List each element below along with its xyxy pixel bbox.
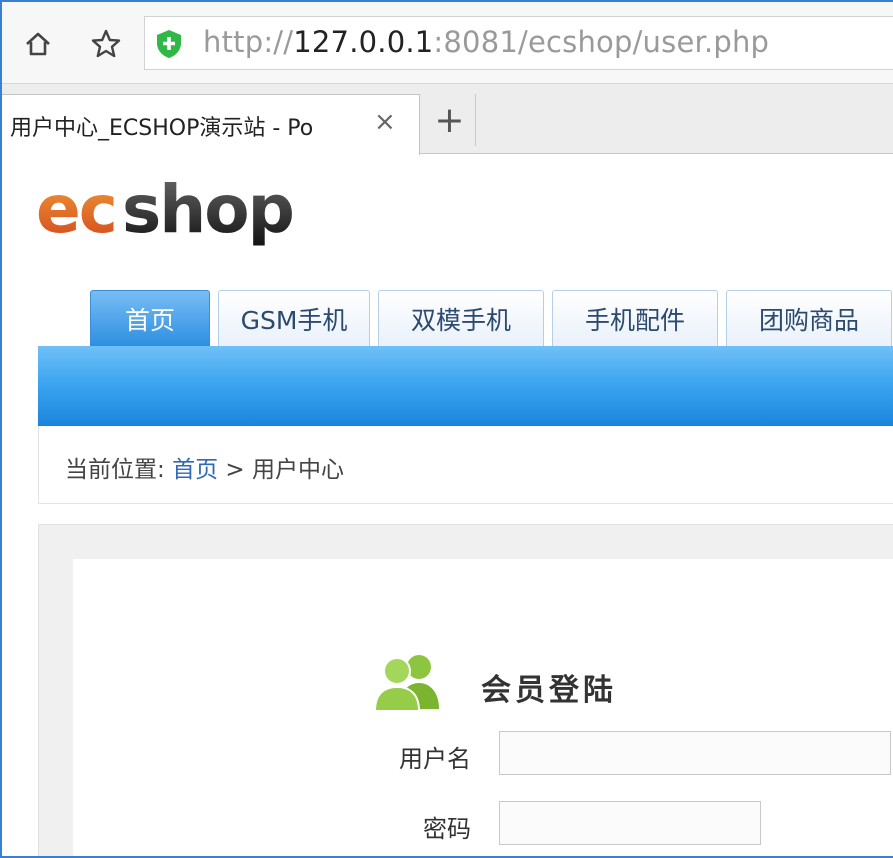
username-label: 用户名 [399, 745, 471, 773]
url-text: http://127.0.0.1:8081/ecshop/user.php [203, 25, 769, 59]
url-path: :8081/ecshop/user.php [433, 25, 770, 59]
star-icon [91, 29, 121, 58]
password-input[interactable] [499, 801, 761, 845]
plus-icon[interactable]: + [424, 94, 476, 146]
password-label: 密码 [423, 815, 471, 843]
url-scheme: http:// [203, 25, 294, 59]
breadcrumb-prefix: 当前位置: [65, 457, 165, 483]
svg-text:ec: ec [36, 171, 116, 248]
ecshop-logo: ec shop [36, 171, 295, 248]
home-button[interactable] [16, 22, 60, 66]
breadcrumb-separator: > [225, 457, 245, 483]
member-icon [373, 655, 439, 712]
username-input[interactable] [499, 731, 891, 775]
tab-title: 用户中心_ECSHOP演示站 - Po [10, 116, 314, 141]
login-title: 会员登陆 [481, 673, 617, 708]
bookmark-button[interactable] [84, 22, 128, 66]
address-bar: http://127.0.0.1:8081/ecshop/user.php [2, 2, 893, 84]
login-panel: 会员登陆 用户名 密码 [38, 524, 893, 856]
svg-text:shop: shop [122, 171, 293, 248]
nav-tab-gsm[interactable]: GSM手机 [218, 290, 370, 346]
home-icon [26, 32, 50, 56]
nav-tab-home[interactable]: 首页 [90, 290, 210, 346]
close-icon[interactable]: × [374, 107, 396, 137]
breadcrumb-current: 用户中心 [251, 457, 344, 483]
shield-icon [157, 30, 181, 58]
login-box: 会员登陆 用户名 密码 [73, 559, 893, 856]
browser-tab[interactable]: 用户中心_ECSHOP演示站 - Po × [2, 94, 420, 155]
browser-window: http://127.0.0.1:8081/ecshop/user.php 用户… [0, 0, 893, 858]
url-field[interactable]: http://127.0.0.1:8081/ecshop/user.php [144, 16, 893, 70]
breadcrumb-text: 当前位置: 首页 > 用户中心 [65, 450, 344, 484]
nav-tab-accessories[interactable]: 手机配件 [552, 290, 718, 346]
url-host: 127.0.0.1 [293, 25, 434, 59]
nav-tab-group[interactable]: 团购商品 [726, 290, 892, 346]
breadcrumb: 当前位置: 首页 > 用户中心 [38, 426, 893, 504]
nav-bar [38, 346, 893, 426]
nav-tab-dual[interactable]: 双模手机 [378, 290, 544, 346]
tab-strip: 用户中心_ECSHOP演示站 - Po × + [2, 84, 893, 155]
breadcrumb-home-link[interactable]: 首页 [172, 457, 218, 483]
